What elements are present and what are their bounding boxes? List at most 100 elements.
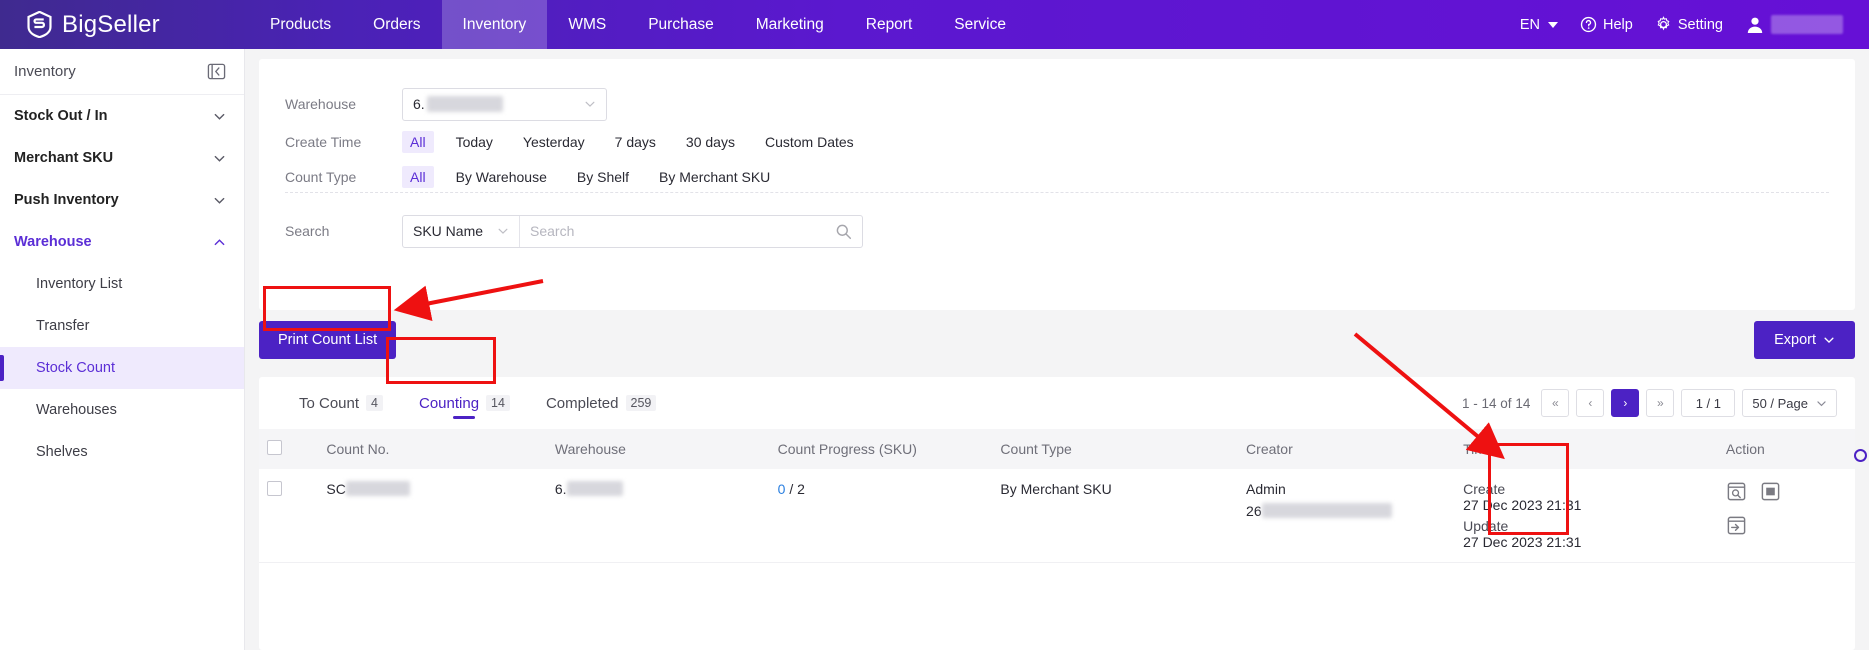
nav-item-purchase[interactable]: Purchase: [627, 0, 734, 49]
pagination-page-size-select[interactable]: 50 / Page: [1742, 389, 1837, 417]
cell-time: Create 27 Dec 2023 21:31 Update 27 Dec 2…: [1455, 469, 1718, 563]
sidebar-item-stock-count[interactable]: Stock Count: [0, 347, 244, 389]
warehouse-select-value: 6.: [413, 96, 503, 112]
warehouse-value: 6.: [554, 481, 567, 497]
count-type-filter-label: Count Type: [285, 168, 357, 185]
nav-item-report[interactable]: Report: [845, 0, 934, 49]
creator-id: 26: [1246, 503, 1262, 519]
nav-item-products[interactable]: Products: [249, 0, 352, 49]
count-detail-icon[interactable]: [1726, 481, 1747, 502]
tab-to-count[interactable]: To Count 4: [281, 377, 401, 429]
nav-item-marketing[interactable]: Marketing: [735, 0, 845, 49]
brand-logo[interactable]: BigSeller: [0, 11, 245, 39]
warehouse-value-text: 6.: [413, 96, 425, 112]
create-time-option-7-days[interactable]: 7 days: [607, 131, 664, 153]
chevron-down-icon: [214, 155, 225, 162]
create-time-filter-row: Create Time All Today Yesterday 7 days 3…: [259, 127, 1855, 156]
stock-count-table-card: To Count 4 Counting 14 Completed 259 1 -…: [259, 377, 1855, 650]
sidebar-group-label: Warehouse: [14, 234, 92, 250]
chevron-down-icon: [1548, 21, 1559, 28]
brand-name: BigSeller: [62, 10, 160, 38]
sidebar-sub-label: Stock Count: [36, 360, 115, 376]
row-checkbox[interactable]: [267, 481, 282, 496]
sidebar-sub-label: Inventory List: [36, 276, 123, 292]
sidebar-item-warehouse[interactable]: Warehouse: [0, 221, 244, 263]
help-label: Help: [1603, 16, 1633, 33]
progress-done[interactable]: 0: [778, 481, 786, 497]
search-filter-label: Search: [285, 223, 330, 239]
count-type-option-by-shelf[interactable]: By Shelf: [569, 166, 637, 188]
print-icon[interactable]: [1760, 481, 1781, 502]
export-button[interactable]: Export: [1754, 321, 1855, 359]
create-time-option-custom-dates[interactable]: Custom Dates: [757, 131, 862, 153]
tab-label: To Count: [299, 394, 360, 412]
sidebar-item-warehouses[interactable]: Warehouses: [0, 389, 244, 431]
sidebar-group-label: Merchant SKU: [14, 150, 114, 166]
search-icon[interactable]: [835, 223, 852, 240]
import-count-icon[interactable]: [1726, 515, 1747, 536]
warehouse-filter-row: Warehouse 6.: [259, 87, 1855, 121]
chevron-down-icon: [1817, 400, 1826, 406]
table-row[interactable]: SC 6. 0 / 2 By Merchant SKU Admin 26 Cre…: [259, 469, 1855, 563]
table-header: Count No. Warehouse Count Progress (SKU)…: [259, 429, 1855, 469]
create-time-option-30-days[interactable]: 30 days: [678, 131, 743, 153]
pagination-first-button[interactable]: «: [1541, 389, 1570, 417]
select-all-header: [259, 429, 319, 469]
action-toolbar: Print Count List Export: [259, 321, 1855, 371]
creator-id-redacted: [1261, 503, 1392, 518]
select-all-checkbox[interactable]: [267, 440, 282, 455]
sidebar-item-push-inventory[interactable]: Push Inventory: [0, 179, 244, 221]
chevron-down-icon: [214, 113, 225, 120]
language-selector[interactable]: EN: [1512, 17, 1566, 33]
cell-action: [1717, 469, 1855, 563]
stock-count-table: Count No. Warehouse Count Progress (SKU)…: [259, 429, 1855, 563]
creator-name: Admin: [1246, 481, 1286, 497]
sidebar-item-transfer[interactable]: Transfer: [0, 305, 244, 347]
count-type-option-by-merchant-sku[interactable]: By Merchant SKU: [651, 166, 778, 188]
export-label: Export: [1774, 332, 1816, 348]
sidebar-item-shelves[interactable]: Shelves: [0, 431, 244, 473]
search-field-wrap: [520, 216, 862, 247]
nav-item-orders[interactable]: Orders: [352, 0, 441, 49]
nav-item-service[interactable]: Service: [933, 0, 1027, 49]
warehouse-select[interactable]: 6.: [402, 87, 607, 121]
create-time-label: Create: [1463, 481, 1506, 497]
count-no-value: SC: [326, 481, 346, 497]
sidebar-sub-label: Transfer: [36, 318, 90, 334]
sidebar-item-merchant-sku[interactable]: Merchant SKU: [0, 137, 244, 179]
cell-count-no: SC: [318, 469, 547, 563]
count-type-option-all[interactable]: All: [402, 165, 434, 188]
tab-counting[interactable]: Counting 14: [401, 377, 528, 429]
tab-completed[interactable]: Completed 259: [528, 377, 674, 429]
create-time-option-today[interactable]: Today: [448, 131, 501, 153]
pagination-page-indicator[interactable]: 1 / 1: [1681, 389, 1736, 417]
sidebar-group-label: Push Inventory: [14, 192, 119, 208]
creator-id-wrap: 26: [1246, 503, 1447, 519]
nav-item-inventory[interactable]: Inventory: [441, 0, 548, 49]
account-menu[interactable]: [1737, 15, 1851, 35]
table-header-row: Count No. Warehouse Count Progress (SKU)…: [259, 429, 1855, 469]
chevron-down-icon: [585, 101, 595, 107]
search-input[interactable]: [530, 223, 835, 239]
search-group: SKU Name: [402, 214, 863, 248]
pagination-prev-button[interactable]: ‹: [1576, 389, 1605, 417]
help-button[interactable]: Help: [1572, 16, 1641, 33]
cell-count-progress: 0 / 2: [769, 469, 993, 563]
pagination-last-button[interactable]: »: [1646, 389, 1675, 417]
top-navigation-bar: BigSeller Products Orders Inventory WMS …: [0, 0, 1869, 49]
pagination-next-button[interactable]: ›: [1611, 389, 1640, 417]
create-time-option-yesterday[interactable]: Yesterday: [515, 131, 593, 153]
collapse-sidebar-icon[interactable]: [207, 62, 226, 81]
print-count-list-button[interactable]: Print Count List: [259, 321, 397, 359]
create-time-option-all[interactable]: All: [402, 130, 434, 153]
nav-item-wms[interactable]: WMS: [547, 0, 627, 49]
sidebar: Inventory Stock Out / In Merchant SKU Pu…: [0, 49, 245, 650]
setting-button[interactable]: Setting: [1647, 16, 1731, 33]
count-type-option-by-warehouse[interactable]: By Warehouse: [448, 166, 555, 188]
tab-badge: 14: [486, 395, 510, 411]
search-type-select[interactable]: SKU Name: [403, 215, 520, 247]
sidebar-item-inventory-list[interactable]: Inventory List: [0, 263, 244, 305]
sidebar-sub-label: Shelves: [36, 444, 88, 460]
column-count-type: Count Type: [992, 429, 1239, 469]
sidebar-item-stock-out-in[interactable]: Stock Out / In: [0, 95, 244, 137]
